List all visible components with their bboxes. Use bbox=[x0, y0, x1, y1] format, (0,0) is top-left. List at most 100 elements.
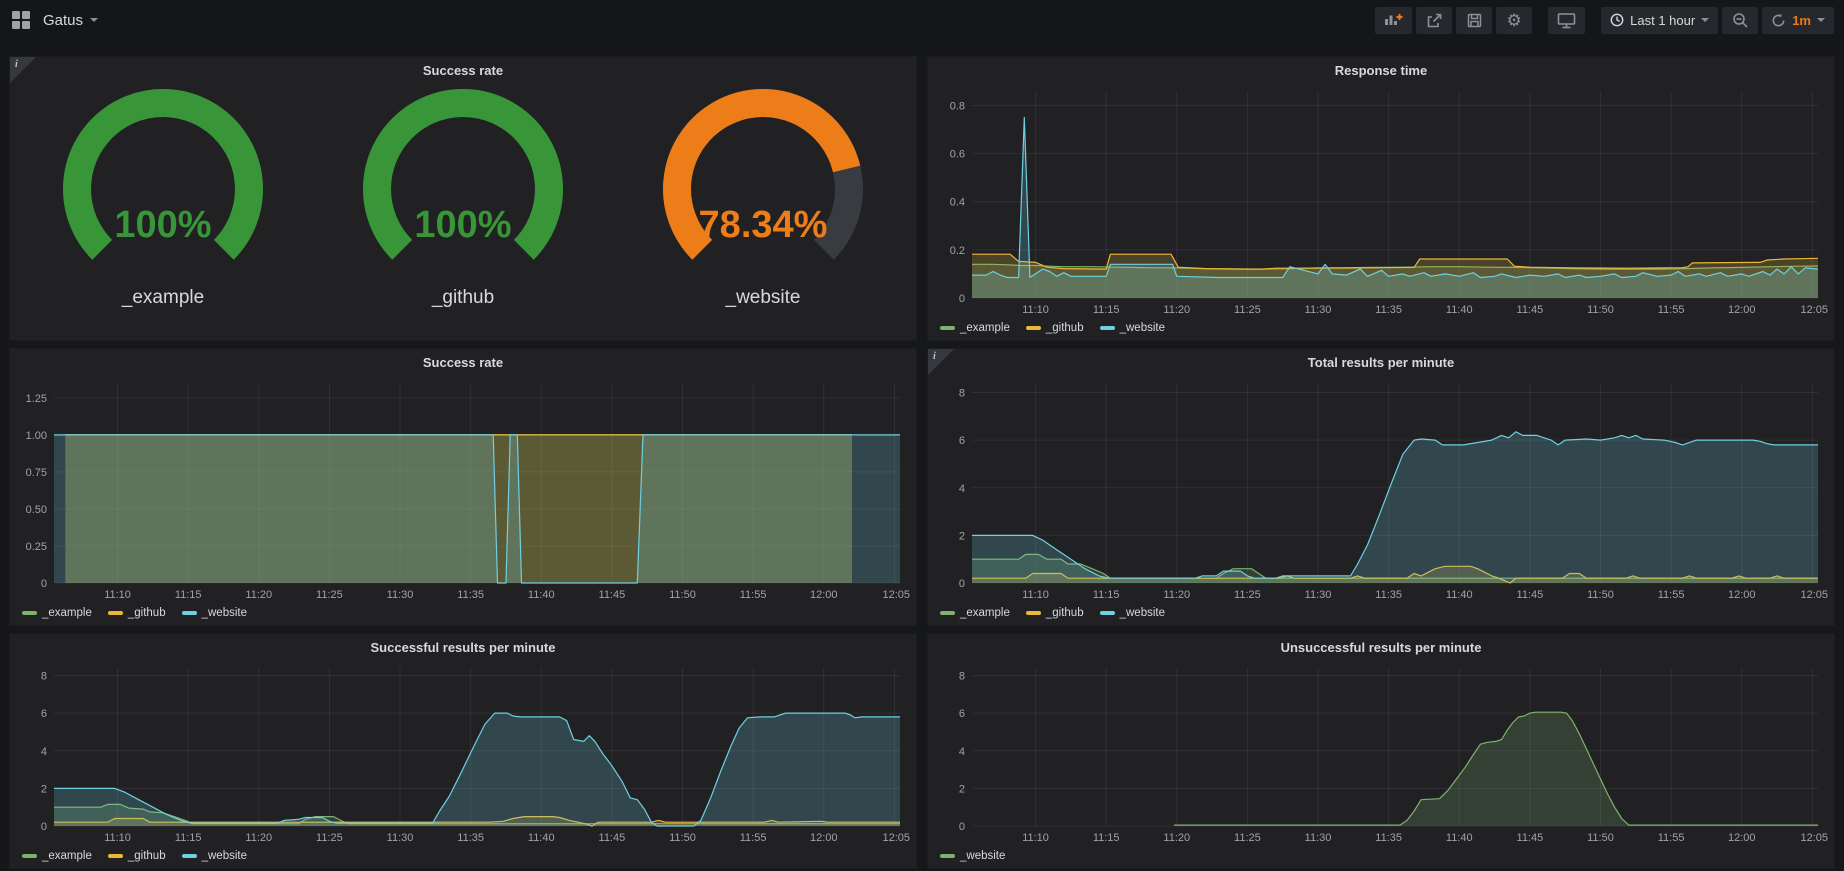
svg-text:0.75: 0.75 bbox=[26, 467, 47, 479]
svg-text:12:05: 12:05 bbox=[882, 589, 910, 601]
legend-item-_example[interactable]: _example bbox=[940, 607, 1010, 619]
add-panel-button[interactable] bbox=[1375, 7, 1412, 34]
svg-text:8: 8 bbox=[959, 388, 965, 400]
panel-unsuccessful-results: Unsuccessful results per minute 11:1011:… bbox=[927, 633, 1835, 869]
svg-text:11:15: 11:15 bbox=[1093, 832, 1120, 844]
success-rate-chart[interactable]: 11:1011:1511:2011:2511:3011:3511:4011:45… bbox=[14, 375, 912, 603]
gauge-value: 78.34% bbox=[699, 204, 828, 246]
svg-text:11:30: 11:30 bbox=[387, 589, 414, 601]
svg-text:11:30: 11:30 bbox=[387, 832, 414, 844]
legend-swatch bbox=[1026, 326, 1041, 330]
svg-text:11:20: 11:20 bbox=[1163, 589, 1190, 601]
legend-label: _example bbox=[960, 322, 1010, 334]
svg-text:11:10: 11:10 bbox=[104, 589, 131, 601]
svg-text:11:20: 11:20 bbox=[245, 832, 272, 844]
total-results-chart[interactable]: 11:1011:1511:2011:2511:3011:3511:4011:45… bbox=[932, 375, 1830, 603]
legend-item-_github[interactable]: _github bbox=[1026, 607, 1084, 619]
grafana-dashboard-logo-icon[interactable] bbox=[12, 11, 31, 30]
svg-text:11:40: 11:40 bbox=[528, 589, 555, 601]
panel-info-corner[interactable] bbox=[928, 349, 954, 375]
zoom-out-button[interactable] bbox=[1722, 7, 1758, 34]
legend-item-_example[interactable]: _example bbox=[940, 322, 1010, 334]
svg-text:11:40: 11:40 bbox=[528, 832, 555, 844]
legend-label: _github bbox=[1046, 322, 1084, 334]
panel-title[interactable]: Successful results per minute bbox=[10, 634, 916, 660]
svg-text:11:55: 11:55 bbox=[740, 832, 767, 844]
svg-text:11:40: 11:40 bbox=[1446, 589, 1473, 601]
response-time-chart[interactable]: 11:1011:1511:2011:2511:3011:3511:4011:45… bbox=[932, 83, 1830, 318]
settings-button[interactable]: ⚙ bbox=[1496, 7, 1532, 34]
svg-text:11:45: 11:45 bbox=[1517, 304, 1544, 316]
legend-swatch bbox=[1026, 611, 1041, 615]
legend-item-_website[interactable]: _website bbox=[182, 607, 247, 619]
svg-text:12:00: 12:00 bbox=[1728, 832, 1756, 844]
legend-item-_github[interactable]: _github bbox=[1026, 322, 1084, 334]
dashboard-title: Gatus bbox=[43, 12, 83, 29]
svg-text:2: 2 bbox=[41, 783, 47, 795]
panel-title[interactable]: Success rate bbox=[10, 349, 916, 375]
legend-item-_website[interactable]: _website bbox=[182, 850, 247, 862]
svg-text:11:45: 11:45 bbox=[1517, 589, 1544, 601]
save-button[interactable] bbox=[1456, 7, 1492, 34]
legend-item-_github[interactable]: _github bbox=[108, 607, 166, 619]
panel-info-corner[interactable] bbox=[10, 57, 36, 83]
successful-results-chart[interactable]: 11:1011:1511:2011:2511:3011:3511:4011:45… bbox=[14, 660, 912, 846]
legend-swatch bbox=[940, 326, 955, 330]
legend-label: _example bbox=[960, 607, 1010, 619]
panel-successful-results: Successful results per minute 11:1011:15… bbox=[9, 633, 917, 869]
monitor-icon bbox=[1557, 12, 1576, 29]
legend-swatch bbox=[940, 854, 955, 858]
gauge-label: _github bbox=[432, 287, 494, 309]
cycle-view-button[interactable] bbox=[1548, 7, 1585, 34]
legend-item-_example[interactable]: _example bbox=[22, 607, 92, 619]
svg-text:2: 2 bbox=[959, 530, 965, 542]
svg-text:11:55: 11:55 bbox=[1658, 589, 1685, 601]
svg-text:11:55: 11:55 bbox=[1658, 304, 1685, 316]
legend-item-_website[interactable]: _website bbox=[940, 850, 1005, 862]
legend-item-_website[interactable]: _website bbox=[1100, 607, 1165, 619]
chevron-down-icon bbox=[1701, 18, 1709, 22]
svg-text:11:25: 11:25 bbox=[316, 832, 343, 844]
refresh-picker[interactable]: 1m bbox=[1762, 7, 1834, 34]
svg-text:1.00: 1.00 bbox=[26, 430, 47, 442]
panel-title[interactable]: Success rate bbox=[10, 57, 916, 83]
panel-title[interactable]: Total results per minute bbox=[928, 349, 1834, 375]
time-range-picker[interactable]: Last 1 hour bbox=[1601, 7, 1718, 34]
svg-text:11:10: 11:10 bbox=[1022, 304, 1049, 316]
svg-text:11:50: 11:50 bbox=[1587, 304, 1614, 316]
legend-label: _github bbox=[128, 850, 166, 862]
panel-response-time: Response time 11:1011:1511:2011:2511:301… bbox=[927, 56, 1835, 341]
legend-swatch bbox=[182, 854, 197, 858]
svg-text:0.50: 0.50 bbox=[26, 504, 47, 516]
svg-text:0: 0 bbox=[41, 821, 47, 833]
svg-text:0: 0 bbox=[959, 293, 965, 305]
svg-text:11:10: 11:10 bbox=[104, 832, 131, 844]
zoom-out-icon bbox=[1732, 12, 1749, 29]
svg-text:6: 6 bbox=[41, 708, 47, 720]
svg-text:11:40: 11:40 bbox=[1446, 832, 1473, 844]
legend-swatch bbox=[108, 611, 123, 615]
dashboard-title-dropdown[interactable]: Gatus bbox=[43, 12, 98, 29]
share-button[interactable] bbox=[1416, 7, 1452, 34]
gauge-row: 100%_example100%_github78.34%_website bbox=[10, 87, 916, 309]
legend-item-_website[interactable]: _website bbox=[1100, 322, 1165, 334]
svg-text:11:50: 11:50 bbox=[1587, 589, 1614, 601]
legend-item-_github[interactable]: _github bbox=[108, 850, 166, 862]
legend-label: _example bbox=[42, 850, 92, 862]
svg-text:0.2: 0.2 bbox=[950, 245, 965, 257]
gauge-value: 100% bbox=[114, 204, 211, 246]
svg-text:11:30: 11:30 bbox=[1305, 589, 1332, 601]
svg-text:11:20: 11:20 bbox=[1163, 832, 1190, 844]
legend-item-_example[interactable]: _example bbox=[22, 850, 92, 862]
legend-swatch bbox=[22, 854, 37, 858]
legend-swatch bbox=[940, 611, 955, 615]
svg-text:0.8: 0.8 bbox=[950, 100, 965, 112]
panel-title[interactable]: Unsuccessful results per minute bbox=[928, 634, 1834, 660]
svg-text:0.6: 0.6 bbox=[950, 149, 965, 161]
panel-title[interactable]: Response time bbox=[928, 57, 1834, 83]
info-icon: i bbox=[933, 351, 936, 362]
svg-text:12:05: 12:05 bbox=[1800, 589, 1828, 601]
unsuccessful-results-chart[interactable]: 11:1011:1511:2011:2511:3011:3511:4011:45… bbox=[932, 660, 1830, 846]
gauge-_example: 100%_example bbox=[13, 87, 313, 309]
navbar: Gatus ⚙ bbox=[0, 0, 1844, 40]
